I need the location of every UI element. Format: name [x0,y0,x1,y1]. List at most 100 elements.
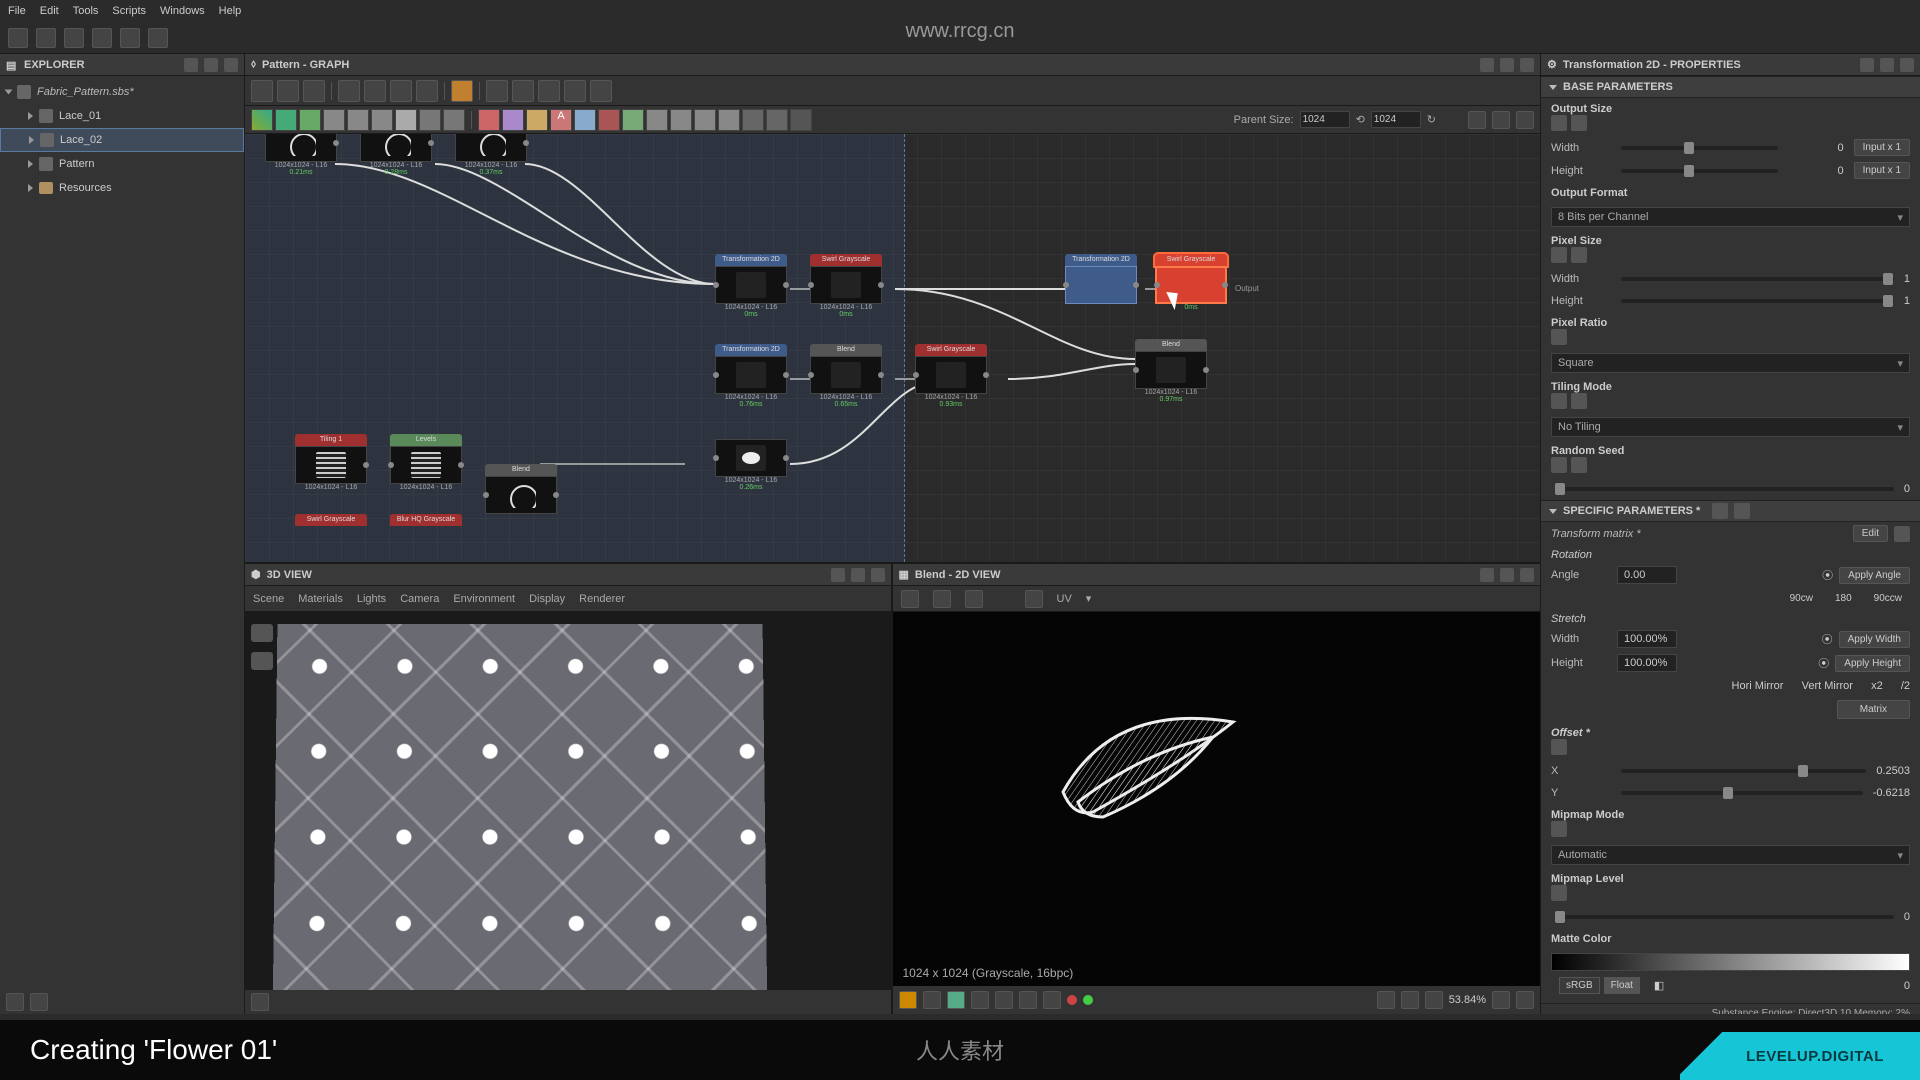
graph-node-levels[interactable]: Levels 1024x1024 - L16 [390,434,462,491]
atom-mic-icon[interactable] [790,109,812,131]
edit-button[interactable]: Edit [1853,525,1888,542]
select-tool-icon[interactable] [251,80,273,102]
atom-text-icon[interactable]: A [550,109,572,131]
move-tool-icon[interactable] [277,80,299,102]
menu-help[interactable]: Help [219,5,242,17]
view3d-menu-renderer[interactable]: Renderer [579,593,625,605]
graph-node-transform[interactable]: Transformation 2D 1024x1024 - L160ms [715,254,787,318]
copy-icon[interactable] [1712,503,1728,519]
atom-uniform-icon[interactable] [251,109,273,131]
atom-icon[interactable] [323,109,345,131]
apply-angle-button[interactable]: Apply Angle [1839,567,1910,584]
view2d-canvas[interactable]: 1024 x 1024 (Grayscale, 16bpc) [893,612,1541,986]
pin-icon[interactable] [184,58,198,72]
atom-icon[interactable] [622,109,644,131]
graph-node[interactable]: 1024x1024 - L160.28ms [360,134,432,176]
status-dot-icon[interactable] [1067,995,1077,1005]
align-icon[interactable] [364,80,386,102]
reset-icon[interactable] [1571,393,1587,409]
x2-button[interactable]: x2 [1871,680,1883,692]
graph-canvas[interactable]: 1024x1024 - L160.21ms 1024x1024 - L160.2… [245,134,1540,562]
graph-node-shape[interactable]: 1024x1024 - L160.26ms [715,439,787,491]
view3d-menu-camera[interactable]: Camera [400,593,439,605]
vert-mirror-button[interactable]: Vert Mirror [1802,680,1853,692]
base-params-header[interactable]: BASE PARAMETERS [1541,76,1920,98]
maximize-icon[interactable] [204,58,218,72]
atom-icon[interactable] [395,109,417,131]
fit-icon[interactable] [1377,991,1395,1009]
undo-icon[interactable] [120,28,140,48]
expand-icon[interactable] [390,80,412,102]
atom-grid-icon[interactable] [419,109,441,131]
maximize-icon[interactable] [1500,58,1514,72]
layers-icon[interactable] [899,991,917,1009]
graph-tool-icon[interactable] [590,80,612,102]
tiling-mode-select[interactable]: No Tiling [1551,417,1910,437]
matrix-button[interactable]: Matrix [1837,700,1910,719]
stretch-width-input[interactable]: 100.00% [1617,630,1677,648]
rot180-button[interactable]: 180 [1827,591,1860,606]
hori-mirror-button[interactable]: Hori Mirror [1732,680,1784,692]
dice-icon[interactable] [1551,457,1567,473]
dot-icon[interactable] [1425,991,1443,1009]
graph-node-blurhq[interactable]: Blur HQ Grayscale [390,514,462,526]
tool-a-icon[interactable] [6,993,24,1011]
graph-node-blend[interactable]: Blend [485,464,557,514]
pin-icon[interactable] [1480,568,1494,582]
reset-icon[interactable] [1571,115,1587,131]
perf-icon[interactable] [1492,111,1510,129]
reset-icon[interactable] [1571,247,1587,263]
chevron-right-icon[interactable] [29,136,34,144]
camera-icon[interactable] [251,624,273,642]
atom-color-icon[interactable] [526,109,548,131]
height-mode-button[interactable]: Input x 1 [1854,162,1910,179]
open-icon[interactable] [901,590,919,608]
menu-windows[interactable]: Windows [160,5,205,17]
graph-tool-icon[interactable] [486,80,508,102]
apply-height-button[interactable]: Apply Height [1835,655,1910,672]
graph-tool-icon[interactable] [538,80,560,102]
center-icon[interactable] [1401,991,1419,1009]
pixel-height-slider[interactable] [1621,299,1894,303]
atom-curve-icon[interactable] [299,109,321,131]
angle-stepper-icon[interactable]: ⦿ [1822,567,1833,583]
angle-input[interactable]: 0.00 [1617,566,1677,584]
pixel-width-slider[interactable] [1621,277,1894,281]
close-icon[interactable] [1900,58,1914,72]
checker-icon[interactable] [923,991,941,1009]
close-icon[interactable] [224,58,238,72]
width-mode-button[interactable]: Input x 1 [1854,139,1910,156]
maximize-icon[interactable] [1500,568,1514,582]
save-icon[interactable] [933,590,951,608]
atom-icon[interactable] [574,109,596,131]
chevron-right-icon[interactable] [28,184,33,192]
render-icon[interactable] [251,652,273,670]
atom-icon[interactable] [347,109,369,131]
link-icon[interactable] [338,80,360,102]
atom-color-icon[interactable] [478,109,500,131]
home-icon[interactable] [8,28,28,48]
height-slider[interactable] [1621,169,1778,173]
view3d-menu-scene[interactable]: Scene [253,593,284,605]
pin-icon[interactable] [831,568,845,582]
specific-params-header[interactable]: SPECIFIC PARAMETERS * [1541,500,1920,522]
atom-icon[interactable] [371,109,393,131]
pin-icon[interactable] [1480,58,1494,72]
atom-icon[interactable] [670,109,692,131]
graph-node[interactable]: 1024x1024 - L160.37ms [455,134,527,176]
atom-color-icon[interactable] [502,109,524,131]
zoom-reset-icon[interactable] [1492,991,1510,1009]
offset-x-slider[interactable] [1621,769,1866,773]
settings-icon[interactable] [251,993,269,1011]
view3d-menu-environment[interactable]: Environment [453,593,515,605]
tree-item-lace01[interactable]: Lace_01 [0,104,244,128]
stepper-icon[interactable]: ⦿ [1818,655,1829,671]
redo-icon[interactable] [148,28,168,48]
pixel-ratio-select[interactable]: Square [1551,353,1910,373]
status-dot-icon[interactable] [1083,995,1093,1005]
atom-grid-icon[interactable] [443,109,465,131]
histogram-icon[interactable] [1043,991,1061,1009]
float-toggle[interactable]: Float [1604,977,1640,994]
menu-file[interactable]: File [8,5,26,17]
graph-node-swirl[interactable]: Swirl Grayscale 1024x1024 - L160.93ms [915,344,987,408]
